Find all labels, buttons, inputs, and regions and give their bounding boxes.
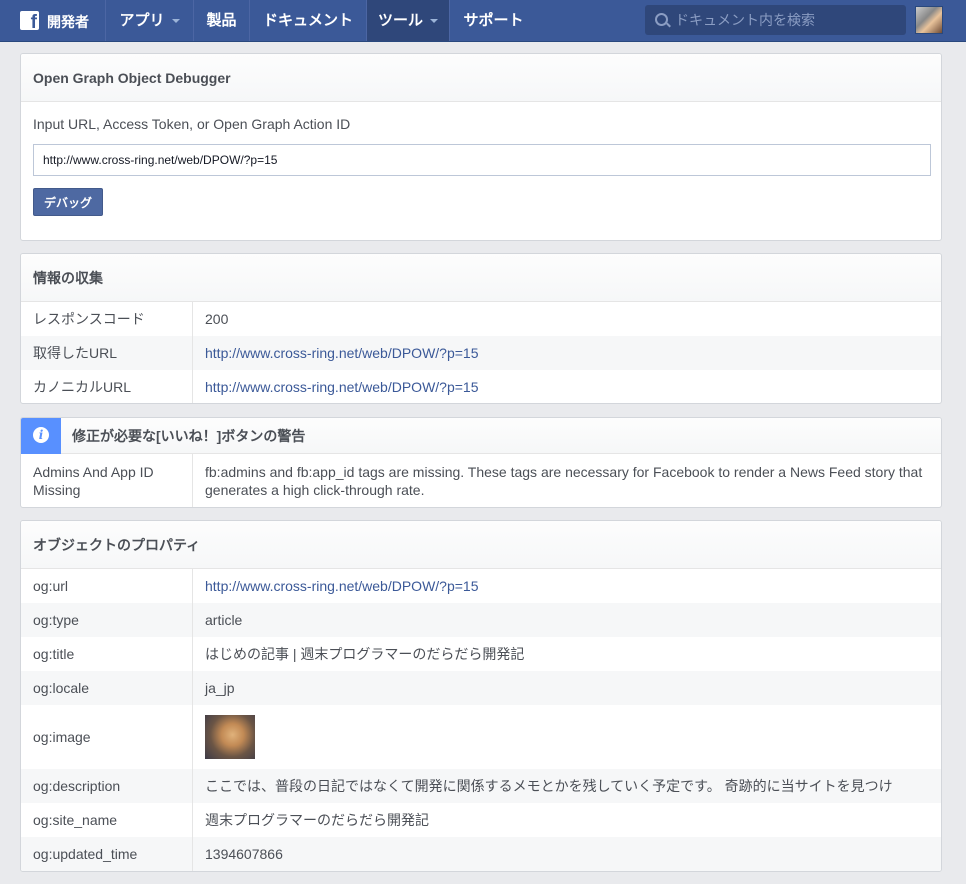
- table-row: Admins And App ID Missing fb:admins and …: [21, 454, 941, 507]
- warning-table: Admins And App ID Missing fb:admins and …: [21, 454, 941, 507]
- object-properties-table: og:url http://www.cross-ring.net/web/DPO…: [21, 569, 941, 871]
- warning-title: 修正が必要な[いいね！]ボタンの警告: [72, 428, 306, 444]
- doc-search-input[interactable]: [675, 9, 897, 31]
- debug-url-input[interactable]: [33, 144, 931, 176]
- top-nav-bar: f 開発者 アプリ 製品 ドキュメント ツール サポート: [0, 0, 966, 42]
- doc-search-box: [645, 5, 906, 35]
- row-value: 200: [205, 311, 229, 327]
- table-row: カノニカルURL http://www.cross-ring.net/web/D…: [21, 370, 942, 403]
- nav-item-label: サポート: [463, 12, 524, 29]
- facebook-logo-icon: f: [20, 11, 39, 32]
- fetched-url-link[interactable]: http://www.cross-ring.net/web/DPOW/?p=15: [205, 345, 479, 361]
- table-row: og:locale ja_jp: [21, 671, 941, 705]
- brand-link[interactable]: f 開発者: [0, 0, 105, 41]
- warning-key: Admins And App ID Missing: [21, 454, 193, 507]
- table-row: 取得したURL http://www.cross-ring.net/web/DP…: [21, 336, 941, 370]
- scrape-info-title: 情報の収集: [21, 254, 941, 302]
- row-key: og:image: [21, 705, 193, 769]
- og-url-link[interactable]: http://www.cross-ring.net/web/DPOW/?p=15: [205, 578, 479, 594]
- nav-item-products[interactable]: 製品: [193, 0, 249, 41]
- table-row: og:description ここでは、普段の日記ではなくて開発に関係するメモと…: [21, 769, 941, 803]
- row-value: article: [192, 603, 941, 637]
- object-properties-title: オブジェクトのプロパティ: [21, 521, 941, 569]
- debugger-panel: Open Graph Object Debugger Input URL, Ac…: [20, 53, 942, 241]
- nav-item-label: ツール: [377, 12, 423, 29]
- brand-name: 開発者: [47, 14, 89, 30]
- row-key: og:locale: [21, 671, 193, 705]
- debug-button[interactable]: デバッグ: [33, 188, 104, 216]
- chevron-down-icon: [430, 19, 438, 24]
- nav-item-apps[interactable]: アプリ: [105, 0, 193, 41]
- row-key: og:site_name: [21, 803, 193, 837]
- table-row: og:updated_time 1394607866: [21, 837, 941, 871]
- row-value: http://www.cross-ring.net/web/DPOW/?p=15: [192, 336, 941, 370]
- row-value: http://www.cross-ring.net/web/DPOW/?p=15: [193, 569, 942, 603]
- row-key: og:url: [21, 569, 193, 603]
- nav-item-docs[interactable]: ドキュメント: [249, 0, 366, 41]
- warning-panel: i 修正が必要な[いいね！]ボタンの警告 Admins And App ID M…: [20, 417, 942, 508]
- row-key: 取得したURL: [21, 336, 193, 370]
- info-icon: i: [21, 418, 61, 454]
- table-row: og:title はじめの記事 | 週末プログラマーのだらだら開発記: [21, 637, 941, 671]
- nav-item-support[interactable]: サポート: [449, 0, 537, 41]
- input-label: Input URL, Access Token, or Open Graph A…: [33, 116, 351, 132]
- row-key: レスポンスコード: [21, 302, 193, 336]
- row-value: 1394607866: [192, 837, 941, 871]
- table-row: og:url http://www.cross-ring.net/web/DPO…: [21, 569, 941, 603]
- object-properties-panel: オブジェクトのプロパティ og:url http://www.cross-rin…: [20, 520, 942, 872]
- chevron-down-icon: [171, 19, 180, 24]
- row-value: [193, 705, 942, 769]
- nav-item-label: 製品: [206, 12, 237, 29]
- row-key: og:updated_time: [21, 837, 193, 871]
- row-value: http://www.cross-ring.net/web/DPOW/?p=15: [193, 370, 942, 403]
- canonical-url-link[interactable]: http://www.cross-ring.net/web/DPOW/?p=15: [205, 379, 479, 395]
- table-row: og:image: [21, 705, 941, 769]
- nav-item-label: ドキュメント: [262, 12, 353, 29]
- row-key: og:title: [21, 637, 193, 671]
- row-value: はじめの記事 | 週末プログラマーのだらだら開発記: [205, 646, 525, 662]
- row-key: og:type: [21, 603, 193, 637]
- row-key: og:description: [21, 769, 193, 803]
- table-row: レスポンスコード 200: [21, 302, 941, 336]
- row-key: カノニカルURL: [21, 370, 193, 403]
- row-value: 週末プログラマーのだらだら開発記: [205, 812, 429, 828]
- warning-header: i 修正が必要な[いいね！]ボタンの警告: [21, 418, 941, 454]
- row-value: ここでは、普段の日記ではなくて開発に関係するメモとかを残していく予定です。 奇跡…: [192, 769, 941, 803]
- scrape-info-table: レスポンスコード 200 取得したURL http://www.cross-ri…: [21, 302, 942, 403]
- user-avatar[interactable]: [915, 6, 943, 34]
- og-image-thumbnail[interactable]: [205, 715, 255, 759]
- debugger-title: Open Graph Object Debugger: [21, 54, 941, 102]
- search-icon: [655, 13, 668, 26]
- table-row: og:type article: [21, 603, 941, 637]
- row-value: ja_jp: [192, 671, 941, 705]
- nav-item-tools[interactable]: ツール: [366, 0, 449, 41]
- scrape-info-panel: 情報の収集 レスポンスコード 200 取得したURL http://www.cr…: [20, 253, 942, 404]
- warning-message: fb:admins and fb:app_id tags are missing…: [205, 463, 923, 498]
- nav-item-label: アプリ: [119, 12, 165, 29]
- table-row: og:site_name 週末プログラマーのだらだら開発記: [21, 803, 941, 837]
